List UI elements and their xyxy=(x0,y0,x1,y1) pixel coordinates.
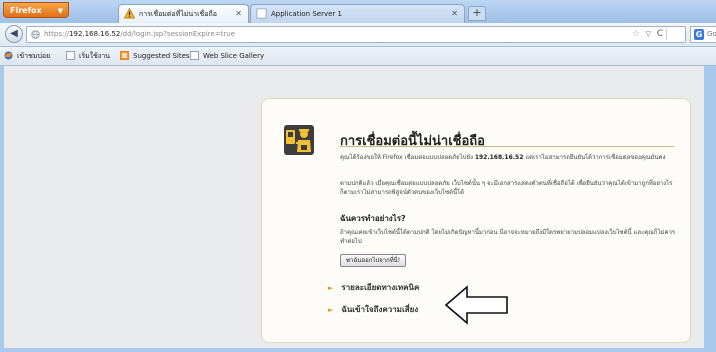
history-dropdown-icon[interactable]: ▽ xyxy=(646,27,651,42)
intro-text: คุณได้ร้องขอให้ Firefox เชื่อมต่อแบบปลอด… xyxy=(340,154,475,161)
bookmark-label: เข้าชมบ่อย xyxy=(17,52,51,60)
arrow-left-icon xyxy=(445,285,508,325)
navigation-bar: ◀ https://192.168.16.52/dd/login.jsp?ses… xyxy=(0,23,716,47)
intro-paragraph: คุณได้ร้องขอให้ Firefox เชื่อมต่อแบบปลอด… xyxy=(340,153,680,162)
policeman-warning-icon xyxy=(284,125,314,155)
page-icon xyxy=(66,51,75,60)
window-border-bottom xyxy=(0,348,716,352)
firefox-logo-icon xyxy=(4,51,13,60)
title-divider xyxy=(340,146,674,147)
expand-arrow-icon: ► xyxy=(328,284,334,292)
firefox-menu-button[interactable]: Firefox ▼ xyxy=(3,2,69,18)
tab-untrusted-connection[interactable]: การเชื่อมต่อที่ไม่น่าเชื่อถือ ✕ xyxy=(118,4,249,23)
bookmark-web-slice-gallery[interactable]: Web Slice Gallery xyxy=(190,47,264,65)
technical-details-label: รายละเอียดทางเทคนิค xyxy=(341,283,420,292)
bookmark-star-icon[interactable]: ☆ xyxy=(632,27,640,42)
url-host: 192.168.16.52 xyxy=(69,30,121,38)
page-title: การเชื่อมต่อนี้ไม่น่าเชื่อถือ xyxy=(340,134,485,149)
bookmark-label: Web Slice Gallery xyxy=(203,52,265,60)
tab-label: Application Server 1 xyxy=(271,10,342,18)
expand-arrow-icon: ► xyxy=(328,306,334,314)
url-prefix: https:// xyxy=(44,30,70,38)
bookmark-most-visited[interactable]: เข้าชมบ่อย xyxy=(4,47,50,65)
window-border-right xyxy=(704,66,716,352)
address-bar[interactable]: https://192.168.16.52/dd/login.jsp?sessi… xyxy=(26,26,686,43)
window-border-left xyxy=(0,66,4,352)
search-box[interactable]: G Go xyxy=(690,26,716,43)
chevron-down-icon: ▼ xyxy=(57,7,63,15)
globe-icon xyxy=(31,30,40,39)
url-path: /dd/login.jsp?sessionExpire=true xyxy=(120,30,236,38)
tab-strip: Firefox ▼ การเชื่อมต่อที่ไม่น่าเชื่อถือ … xyxy=(0,0,716,24)
page-content: การเชื่อมต่อนี้ไม่น่าเชื่อถือ คุณได้ร้อง… xyxy=(0,66,716,352)
tab-label: การเชื่อมต่อที่ไม่น่าเชื่อถือ xyxy=(139,10,217,18)
advice-paragraph: ถ้าคุณเคยเข้าเว็บไซต์นี้ได้ตามปกติ โดยไม… xyxy=(340,229,676,245)
firefox-menu-label: Firefox xyxy=(10,6,42,15)
explanation-paragraph: ตามปกติแล้ว เมื่อคุณเชื่อมต่อแบบปลอดภัย … xyxy=(340,180,673,196)
warning-icon xyxy=(124,8,135,19)
suggested-sites-icon xyxy=(120,51,129,60)
bookmark-getting-started[interactable]: เริ่มใช้งาน xyxy=(66,47,110,65)
google-icon: G xyxy=(694,29,704,40)
divider xyxy=(666,29,667,40)
arrow-left-icon: ◀ xyxy=(10,28,18,39)
bookmark-label: Suggested Sites xyxy=(133,52,190,60)
technical-details-toggle[interactable]: ► รายละเอียดทางเทคนิค xyxy=(328,281,419,294)
get-me-out-button[interactable]: พาฉันออกไปจากที่นี่! xyxy=(340,254,407,267)
intro-host: 192.168.16.52 xyxy=(474,154,524,161)
url-text: https://192.168.16.52/dd/login.jsp?sessi… xyxy=(44,27,235,42)
understand-risks-label: ฉันเข้าใจถึงความเสี่ยง xyxy=(341,305,419,314)
close-icon[interactable]: ✕ xyxy=(451,5,458,23)
page-icon xyxy=(256,8,267,19)
bookmarks-toolbar: เข้าชมบ่อย เริ่มใช้งาน Suggested Sites W… xyxy=(0,47,716,66)
new-tab-button[interactable]: + xyxy=(468,6,486,21)
bookmark-label: เริ่มใช้งาน xyxy=(79,52,111,60)
page-icon xyxy=(190,51,199,60)
bookmark-suggested-sites[interactable]: Suggested Sites xyxy=(120,47,190,65)
reload-icon[interactable]: C xyxy=(657,27,663,42)
intro-text-end: แต่เราไม่สามารถยืนยันได้ว่าการเชื่อมต่อข… xyxy=(523,154,666,161)
search-placeholder: Go xyxy=(707,30,716,38)
understand-risks-toggle[interactable]: ► ฉันเข้าใจถึงความเสี่ยง xyxy=(328,303,418,316)
back-button[interactable]: ◀ xyxy=(5,25,23,43)
close-icon[interactable]: ✕ xyxy=(235,5,242,23)
what-should-i-do-heading: ฉันควรทำอย่างไร? xyxy=(340,214,406,223)
tab-application-server[interactable]: Application Server 1 ✕ xyxy=(250,4,465,23)
